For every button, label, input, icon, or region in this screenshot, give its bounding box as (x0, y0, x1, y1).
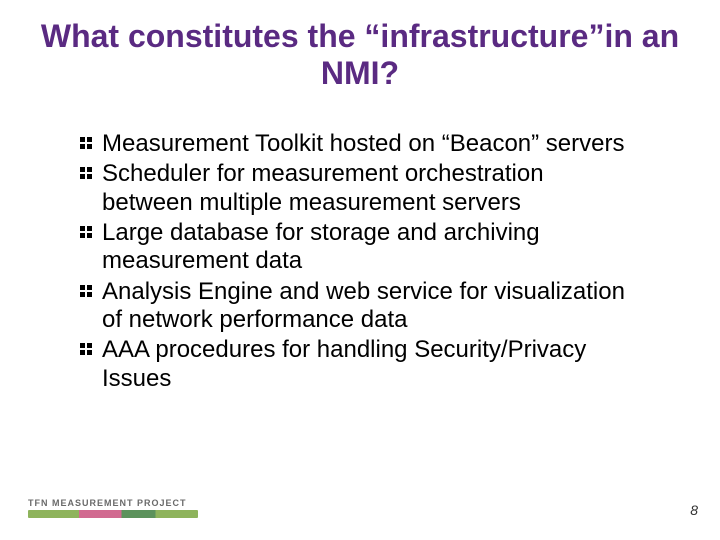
bullet-text: Large database for storage and archiving… (102, 219, 540, 274)
footer-logo: TFN MEASUREMENT PROJECT (28, 498, 228, 518)
bullet-text: Scheduler for measurement orchestration … (102, 160, 544, 215)
bullet-text: Measurement Toolkit hosted on “Beacon” s… (102, 130, 624, 157)
slide-body: Measurement Toolkit hosted on “Beacon” s… (80, 130, 640, 395)
list-item: Scheduler for measurement orchestration … (80, 160, 640, 217)
bullet-text: Analysis Engine and web service for visu… (102, 278, 625, 333)
grid-bullet-icon (80, 285, 94, 299)
list-item: Analysis Engine and web service for visu… (80, 278, 640, 335)
footer-brand-text: TFN MEASUREMENT PROJECT (28, 498, 228, 508)
list-item: Measurement Toolkit hosted on “Beacon” s… (80, 130, 640, 158)
list-item: AAA procedures for handling Security/Pri… (80, 336, 640, 393)
list-item: Large database for storage and archiving… (80, 219, 640, 276)
bullet-text: AAA procedures for handling Security/Pri… (102, 336, 586, 391)
grid-bullet-icon (80, 137, 94, 151)
footer-color-strip-icon (28, 510, 198, 518)
grid-bullet-icon (80, 167, 94, 181)
slide-title: What constitutes the “infrastructure”in … (0, 18, 720, 92)
slide: What constitutes the “infrastructure”in … (0, 0, 720, 540)
grid-bullet-icon (80, 226, 94, 240)
page-number: 8 (690, 502, 698, 518)
grid-bullet-icon (80, 343, 94, 357)
